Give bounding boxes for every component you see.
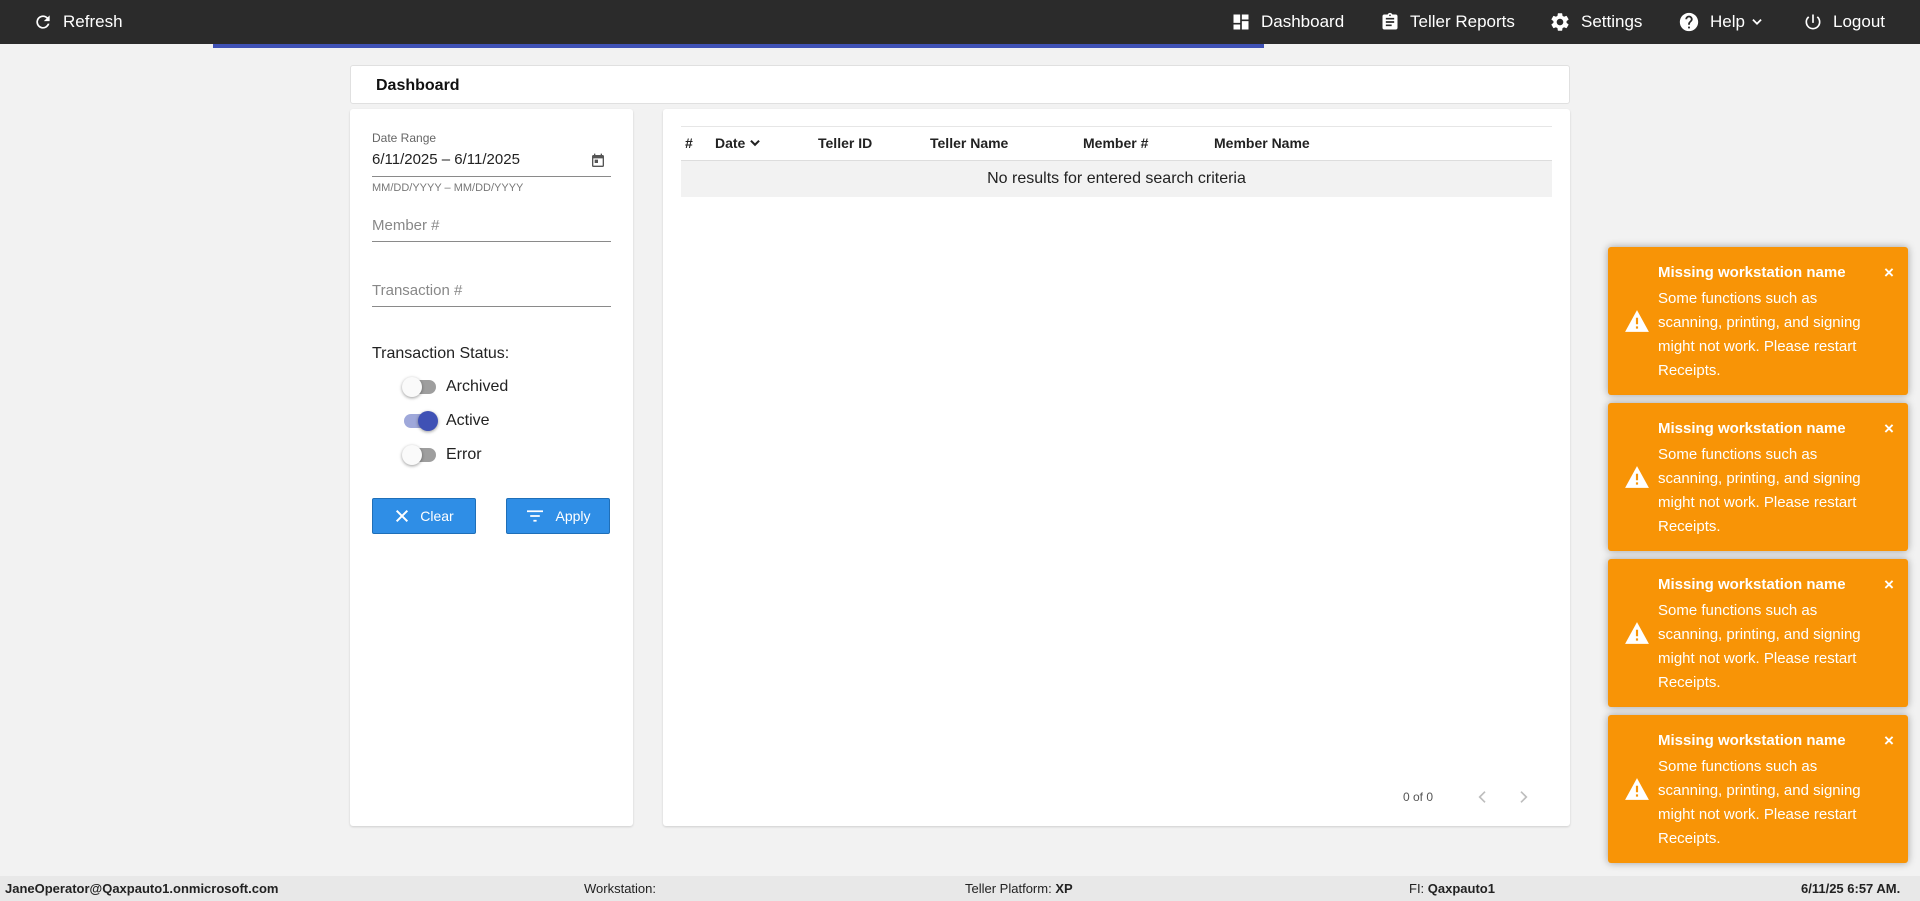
toast-notification: Missing workstation name Some functions … (1608, 247, 1908, 395)
toast-message: Some functions such as scanning, printin… (1658, 602, 1861, 691)
clipboard-icon (1382, 12, 1398, 30)
member-number-underline (372, 241, 611, 242)
chevron-left-icon (1478, 791, 1486, 803)
pager-next-button[interactable] (1511, 785, 1535, 809)
footer-workstation: Workstation: (584, 881, 656, 896)
date-range-input[interactable]: 6/11/2025 – 6/11/2025 (372, 151, 520, 168)
nav-help-label: Help (1710, 12, 1745, 31)
date-range-label: Date Range (372, 131, 437, 145)
column-header-number[interactable]: # (685, 135, 693, 151)
column-header-teller-name[interactable]: Teller Name (930, 135, 1008, 151)
toast-title: Missing workstation name (1658, 576, 1846, 593)
nav-settings-label: Settings (1581, 12, 1643, 31)
footer-fi: FI: Qaxpauto1 (1409, 881, 1495, 896)
archived-label: Archived (446, 378, 509, 395)
nav-dashboard[interactable]: Dashboard (1231, 0, 1344, 44)
warning-icon (1625, 622, 1649, 644)
footer-platform-value: XP (1055, 881, 1073, 896)
active-label: Active (446, 412, 490, 429)
refresh-label: Refresh (63, 12, 123, 31)
dashboard-icon (1233, 14, 1249, 30)
error-toggle[interactable] (402, 443, 438, 467)
column-header-member-name[interactable]: Member Name (1214, 135, 1310, 151)
nav-logout[interactable]: Logout (1803, 0, 1885, 44)
toast-notification: Missing workstation name Some functions … (1608, 715, 1908, 863)
date-range-hint: MM/DD/YYYY – MM/DD/YYYY (372, 182, 524, 194)
apply-button-label: Apply (555, 508, 591, 524)
footer-platform: Teller Platform: XP (965, 881, 1073, 896)
footer-user: JaneOperator@Qaxpauto1.onmicrosoft.com (5, 881, 279, 896)
transaction-status-title: Transaction Status: (372, 345, 510, 362)
nav-help[interactable]: Help (1678, 0, 1764, 44)
transaction-number-input[interactable]: Transaction # (372, 282, 462, 299)
top-bar: Refresh Dashboard Teller Reports Setting… (0, 0, 1920, 44)
results-panel: # Date Teller ID Teller Name Member # Me… (663, 109, 1570, 826)
warning-icon (1625, 778, 1649, 800)
column-header-member-number[interactable]: Member # (1083, 135, 1148, 151)
page-title-card: Dashboard (350, 65, 1570, 104)
status-archived-row: Archived (402, 375, 508, 399)
chevron-right-icon (1520, 791, 1528, 803)
refresh-icon (36, 15, 50, 29)
warning-icon (1625, 466, 1649, 488)
refresh-button[interactable]: Refresh (33, 0, 123, 44)
nav-teller-reports-label: Teller Reports (1410, 12, 1515, 31)
footer-fi-label: FI: (1409, 881, 1425, 896)
warning-icon (1625, 310, 1649, 332)
error-label: Error (446, 446, 482, 463)
nav-settings[interactable]: Settings (1549, 0, 1642, 44)
status-bar: JaneOperator@Qaxpauto1.onmicrosoft.com W… (0, 876, 1920, 901)
filter-panel: Date Range 6/11/2025 – 6/11/2025 MM/DD/Y… (350, 109, 633, 826)
close-icon (396, 509, 409, 523)
member-number-input[interactable]: Member # (372, 217, 440, 234)
toast-notification: Missing workstation name Some functions … (1608, 559, 1908, 707)
chevron-down-icon (1752, 19, 1762, 25)
toast-title: Missing workstation name (1658, 264, 1846, 281)
nav-logout-label: Logout (1833, 12, 1885, 31)
clear-button[interactable]: Clear (372, 498, 476, 534)
sort-desc-icon (750, 139, 761, 147)
status-error-row: Error (402, 443, 482, 467)
archived-toggle[interactable] (402, 375, 438, 399)
nav-dashboard-label: Dashboard (1261, 12, 1345, 31)
footer-datetime: 6/11/25 6:57 AM. (1801, 881, 1901, 896)
toast-message: Some functions such as scanning, printin… (1658, 446, 1861, 535)
footer-workstation-label: Workstation: (584, 881, 657, 896)
power-icon (1805, 14, 1821, 30)
footer-platform-label: Teller Platform: (965, 881, 1052, 896)
loading-progress-bar (213, 44, 1264, 48)
column-header-date[interactable]: Date (715, 135, 762, 151)
page-title: Dashboard (376, 77, 460, 94)
nav-teller-reports[interactable]: Teller Reports (1380, 0, 1515, 44)
column-header-teller-id[interactable]: Teller ID (818, 135, 872, 151)
toast-close-button[interactable]: × (1884, 575, 1894, 595)
toast-close-button[interactable]: × (1884, 731, 1894, 751)
empty-results-message: No results for entered search criteria (681, 160, 1552, 197)
gear-icon (1551, 13, 1569, 31)
toast-close-button[interactable]: × (1884, 419, 1894, 439)
toast-message: Some functions such as scanning, printin… (1658, 290, 1861, 379)
toast-notification: Missing workstation name Some functions … (1608, 403, 1908, 551)
pager-previous-button[interactable] (1471, 785, 1495, 809)
footer-fi-value: Qaxpauto1 (1427, 881, 1495, 896)
filter-icon (527, 510, 544, 522)
date-range-underline (372, 176, 611, 177)
column-header-date-label: Date (715, 135, 746, 151)
toast-message: Some functions such as scanning, printin… (1658, 758, 1861, 847)
toast-title: Missing workstation name (1658, 732, 1846, 749)
pager-range: 0 of 0 (1403, 790, 1434, 804)
apply-button[interactable]: Apply (506, 498, 610, 534)
status-active-row: Active (402, 409, 490, 433)
clear-button-label: Clear (420, 508, 454, 524)
table-top-border (681, 126, 1552, 127)
help-icon (1679, 12, 1699, 32)
transaction-number-underline (372, 306, 611, 307)
active-toggle[interactable] (402, 409, 438, 433)
toast-title: Missing workstation name (1658, 420, 1846, 437)
toast-close-button[interactable]: × (1884, 263, 1894, 283)
calendar-icon[interactable] (590, 153, 606, 169)
